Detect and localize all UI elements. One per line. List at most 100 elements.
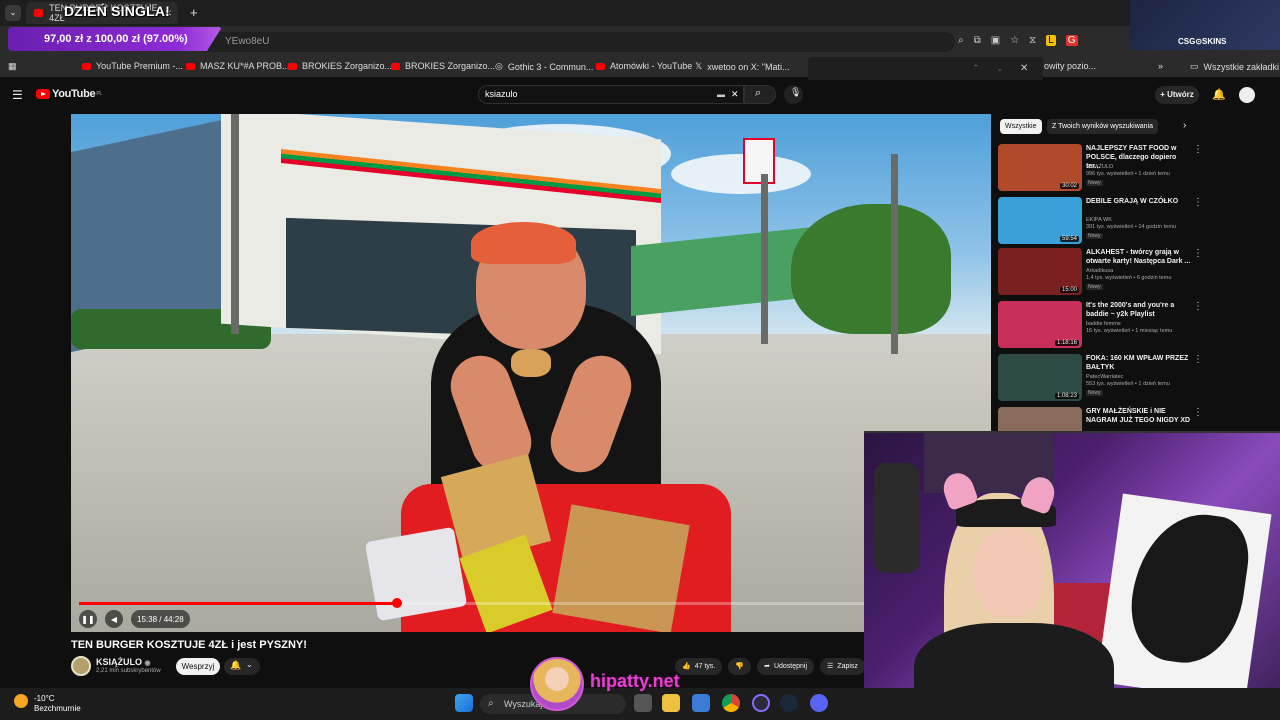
recommendation-channel[interactable]: PatecWarriatec (1086, 374, 1123, 380)
bookmark-label: BROKIES Zorganizo... (405, 61, 496, 71)
yellow-extension-icon[interactable]: L (1046, 35, 1056, 46)
find-close-icon[interactable]: ✕ (1020, 63, 1028, 74)
recommendation-item[interactable]: 30:02 NAJLEPSZY FAST FOOD w POLSCE, dlac… (997, 144, 1203, 192)
bookmark-7[interactable]: owity pozio... (1044, 61, 1096, 71)
recommendation-title[interactable]: It's the 2000's and you're a baddie ~ y2… (1086, 301, 1192, 319)
steam-icon[interactable] (780, 694, 798, 712)
recommendation-item[interactable]: 1:08:23 FOKA: 160 KM WPŁAW PRZEZ BAŁTYK … (997, 354, 1203, 402)
bookmark-3[interactable]: BROKIES Zorganizo... (391, 61, 495, 71)
extension-icon[interactable]: ▣ (991, 35, 1000, 46)
mic-icon: 🎙 (790, 87, 802, 97)
channel-name[interactable]: KSIĄŻULO ◉ (96, 657, 151, 667)
volume-button[interactable]: ◀ (105, 610, 123, 628)
steam-icon: ◎ (495, 61, 503, 71)
search-icon: ⌕ (755, 87, 762, 99)
more-options-icon[interactable]: ⋮ (1193, 144, 1203, 155)
share-button[interactable]: ➦ Udostępnij (757, 658, 815, 675)
notifications-icon[interactable]: 🔔 (1212, 88, 1226, 101)
youtube-region: PL (96, 91, 102, 97)
url-text: YEwo8eU (225, 36, 270, 47)
chips-next-icon[interactable]: › (1183, 120, 1186, 131)
store-icon[interactable] (692, 694, 710, 712)
recommendation-title[interactable]: DEBILE GRAJĄ W CZÓŁKO (1086, 197, 1192, 206)
volume-icon: ◀ (110, 614, 118, 624)
url-input[interactable]: YEwo8eU (195, 32, 955, 52)
chip-all[interactable]: Wszystkie (1000, 119, 1042, 134)
recommendation-channel[interactable]: EKIPA WK (1086, 217, 1112, 223)
share-icon: ➦ (764, 663, 770, 670)
clear-search-icon[interactable]: ✕ (731, 86, 739, 103)
channel-name-text: KSIĄŻULO (96, 657, 142, 667)
game-extension-icon[interactable]: ⧖ (1029, 35, 1036, 46)
hamburger-menu-icon[interactable]: ☰ (12, 88, 23, 102)
webcam-person-face (974, 528, 1044, 618)
file-explorer-icon[interactable] (662, 694, 680, 712)
keyboard-icon[interactable]: ▬ (717, 86, 725, 103)
obs-icon[interactable] (752, 694, 770, 712)
voice-search-button[interactable]: 🎙 (784, 85, 803, 104)
notification-bell-button[interactable]: 🔔 ⌄ (224, 658, 260, 675)
bookmark-1[interactable]: MASZ KU*#A PROB... (186, 61, 290, 71)
thumbs-down-icon: 👎 (735, 663, 745, 670)
video-player[interactable]: ❚❚ ◀ 15:38 / 44:28 (71, 114, 991, 632)
find-up-icon[interactable]: ⌃ (972, 63, 980, 74)
bookmark-2[interactable]: BROKIES Zorganizo... (288, 61, 392, 71)
dislike-button[interactable]: 👎 (728, 658, 752, 675)
all-bookmarks[interactable]: ▭ Wszystkie zakładki (1190, 61, 1279, 72)
recommendation-title[interactable]: ALKAHEST - twórcy grają w otwarte karty!… (1086, 248, 1192, 266)
recommendation-meta: 391 tys. wyświetleń • 14 godzin temu (1086, 224, 1176, 230)
chrome-icon[interactable] (722, 694, 740, 712)
recommendation-item[interactable]: 15:00 ALKAHEST - twórcy grają w otwarte … (997, 248, 1203, 296)
youtube-icon (288, 62, 297, 70)
more-options-icon[interactable]: ⋮ (1193, 407, 1203, 418)
recommendation-channel[interactable]: KSIĄŻULO (1086, 164, 1113, 170)
bookmark-4[interactable]: ◎ Gothic 3 - Commun... (495, 61, 593, 72)
recommendation-item[interactable]: 1:18:16 It's the 2000's and you're a bad… (997, 301, 1203, 349)
all-bookmarks-label: Wszystkie zakładki (1203, 61, 1280, 72)
more-options-icon[interactable]: ⋮ (1193, 248, 1203, 259)
more-options-icon[interactable]: ⋮ (1193, 301, 1203, 312)
recommendation-title[interactable]: GRY MAŁŻEŃSKIE i NIE NAGRAM JUŻ TEGO NIG… (1086, 407, 1192, 425)
bookmark-label: YouTube Premium -... (96, 61, 183, 71)
weather-desc: Bezchmurnie (34, 704, 81, 713)
search-button[interactable]: ⌕ (744, 85, 776, 104)
x-icon: 𝕏 (695, 61, 703, 71)
bookmark-0[interactable]: YouTube Premium -... (82, 61, 183, 71)
task-view-icon[interactable] (634, 694, 652, 712)
red-extension-icon[interactable]: G (1065, 35, 1078, 46)
discord-icon[interactable] (810, 694, 828, 712)
bookmark-label: MASZ KU*#A PROB... (200, 61, 290, 71)
find-down-icon[interactable]: ⌄ (996, 63, 1004, 74)
more-bookmarks-icon[interactable]: » (1158, 61, 1163, 71)
tab-menu-button[interactable]: ⌄ (5, 5, 21, 21)
new-tab-icon[interactable]: + (190, 5, 198, 20)
install-icon[interactable]: ⧉ (974, 35, 981, 46)
youtube-logo[interactable]: YouTube PL (36, 88, 102, 100)
like-button[interactable]: 👍 47 tys. (675, 658, 723, 675)
create-button[interactable]: + Utwórz (1155, 86, 1199, 104)
recommendation-duration: 59:54 (1059, 236, 1079, 242)
start-icon[interactable] (455, 694, 473, 712)
apps-grid-icon[interactable]: ▦ (8, 61, 17, 72)
video-progress-bar[interactable] (79, 598, 983, 608)
save-button[interactable]: ☰ Zapisz (820, 658, 865, 675)
zoom-icon[interactable]: ⌕ (958, 35, 964, 46)
thumbs-up-icon: 👍 (682, 663, 691, 670)
recommendation-title[interactable]: FOKA: 160 KM WPŁAW PRZEZ BAŁTYK (1086, 354, 1192, 372)
play-pause-button[interactable]: ❚❚ (79, 610, 97, 628)
account-avatar[interactable] (1239, 87, 1255, 103)
recommendation-channel[interactable]: Arkadikusa (1086, 268, 1113, 274)
weather-widget[interactable]: -10°C Bezchmurnie (34, 694, 81, 714)
bookmark-star-icon[interactable]: ☆ (1010, 35, 1019, 46)
youtube-icon (186, 62, 195, 70)
support-button[interactable]: Wesprzyj (176, 658, 220, 675)
chip-from-search[interactable]: Z Twoich wyników wyszukiwania (1047, 119, 1159, 134)
search-input[interactable]: ksiazulo ▬ ✕ (478, 85, 744, 104)
recommendation-item[interactable]: 59:54 DEBILE GRAJĄ W CZÓŁKO EKIPA WK 391… (997, 197, 1203, 245)
channel-avatar[interactable] (71, 656, 91, 676)
more-options-icon[interactable]: ⋮ (1193, 197, 1203, 208)
more-options-icon[interactable]: ⋮ (1193, 354, 1203, 365)
bookmark-6[interactable]: 𝕏xwetoo on X: "Mati... (695, 61, 790, 72)
recommendation-channel[interactable]: baddie femme (1086, 321, 1121, 327)
bookmark-5[interactable]: Atomówki - YouTube (596, 61, 692, 71)
